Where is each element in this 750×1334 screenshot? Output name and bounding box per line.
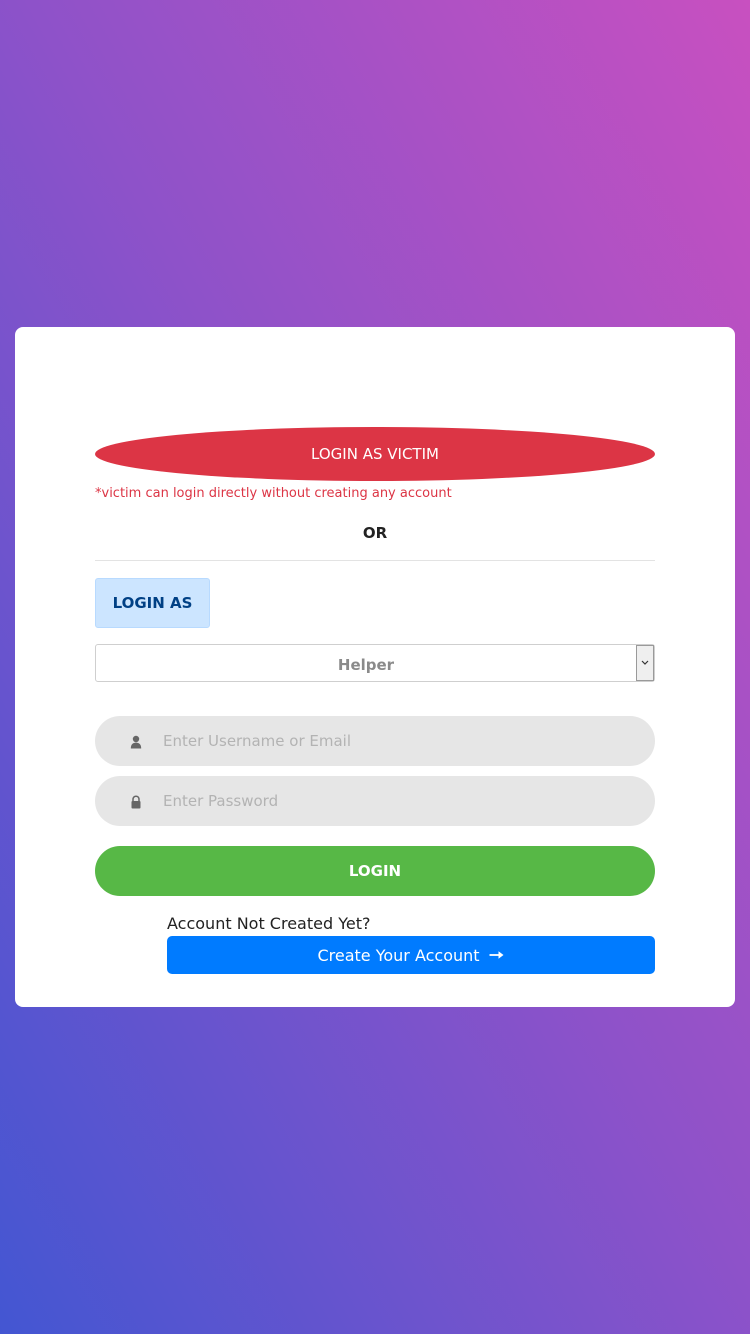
role-select[interactable]: Helper (95, 644, 655, 682)
password-field[interactable] (95, 776, 655, 826)
login-button[interactable]: LOGIN (95, 846, 655, 896)
create-account-label: Create Your Account (317, 945, 480, 965)
user-icon (130, 734, 142, 749)
divider (95, 560, 655, 561)
login-card: LOGIN AS VICTIM *victim can login direct… (15, 327, 735, 1007)
role-select-value: Helper (337, 656, 395, 674)
login-as-label: LOGIN AS (95, 578, 210, 628)
create-account-button[interactable]: Create Your Account (167, 936, 655, 974)
login-as-victim-button[interactable]: LOGIN AS VICTIM (95, 427, 655, 481)
username-input[interactable] (163, 716, 633, 766)
chevron-down-icon[interactable] (636, 645, 654, 681)
or-separator: OR (362, 524, 388, 542)
lock-icon (130, 794, 142, 809)
username-field[interactable] (95, 716, 655, 766)
victim-login-note: *victim can login directly without creat… (95, 486, 452, 501)
account-not-created-text: Account Not Created Yet? (167, 914, 371, 933)
arrow-right-icon (489, 950, 505, 960)
password-input[interactable] (163, 776, 633, 826)
